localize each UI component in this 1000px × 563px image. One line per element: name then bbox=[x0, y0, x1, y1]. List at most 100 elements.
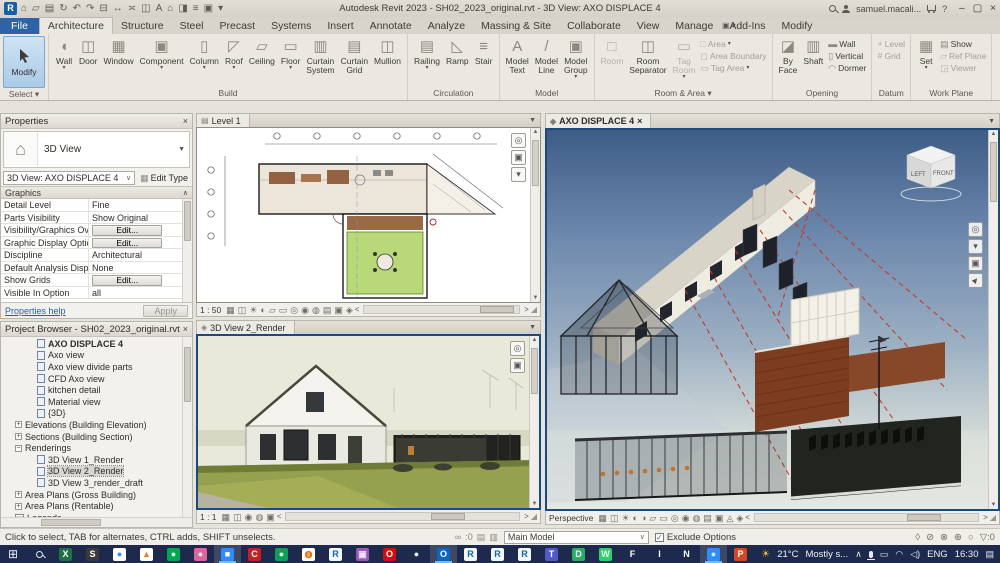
expander-icon[interactable]: − bbox=[15, 444, 22, 452]
photos-icon[interactable]: ▣ bbox=[349, 545, 376, 563]
ribbon-display-toggle[interactable]: ▣ ▾ bbox=[716, 19, 742, 32]
room-separator-button[interactable]: ◫ Room Separator bbox=[626, 36, 669, 81]
tab-axo-displace-4[interactable]: ◈ AXO DISPLACE 4 × bbox=[546, 114, 652, 128]
resize-grip[interactable]: ◢ bbox=[990, 513, 996, 522]
opera-icon[interactable]: O bbox=[376, 545, 403, 563]
browser-item[interactable]: Axo view divide parts bbox=[1, 361, 192, 373]
scroll-left-icon[interactable]: < bbox=[355, 305, 360, 314]
close-button[interactable]: × bbox=[990, 3, 996, 14]
worksets-icon[interactable]: ▤ bbox=[477, 532, 486, 543]
resize-grip[interactable]: ◢ bbox=[531, 512, 537, 521]
browser-item[interactable]: 3D View 1_Render bbox=[1, 454, 192, 466]
property-row[interactable]: Parts Visibility Show Original bbox=[1, 211, 192, 224]
ceiling-button[interactable]: ▱ Ceiling bbox=[246, 36, 278, 67]
property-row[interactable]: Graphic Display Optio... Edit... bbox=[1, 236, 192, 249]
browser-hscrollbar[interactable] bbox=[1, 517, 192, 527]
show-work-plane-button[interactable]: ▤ Show bbox=[938, 38, 988, 50]
expander-icon[interactable]: + bbox=[15, 433, 22, 441]
component-button[interactable]: ▣ Component ▾ bbox=[137, 36, 187, 72]
browser-scrollbar[interactable] bbox=[182, 337, 192, 517]
room-button[interactable]: □ Room bbox=[598, 36, 627, 81]
floor-button[interactable]: ▭ Floor ▾ bbox=[278, 36, 303, 72]
opening-by-face-button[interactable]: ◪ By Face bbox=[776, 36, 801, 76]
detail-level-icon[interactable]: ▦ bbox=[222, 511, 231, 523]
wifi-icon[interactable]: ◠ bbox=[895, 549, 903, 560]
edit-button[interactable]: Edit... bbox=[92, 225, 163, 236]
visual-style-icon[interactable]: ◫ bbox=[238, 304, 247, 316]
thin-lines-icon[interactable]: ≡ bbox=[193, 3, 199, 14]
close-icon[interactable]: × bbox=[183, 116, 188, 126]
axo-canvas[interactable]: LEFT FRONT ◎ ▾ ▣ ▲ ▲ ▼ bbox=[545, 128, 1000, 511]
undo-icon[interactable]: ↶ bbox=[73, 3, 81, 14]
mullion-button[interactable]: ◫ Mullion bbox=[371, 36, 404, 67]
section-icon[interactable]: ◨ bbox=[178, 3, 187, 14]
chrome-icon[interactable]: ● bbox=[106, 545, 133, 563]
column-button[interactable]: ▯ Column ▾ bbox=[187, 36, 222, 72]
browser-item[interactable]: Axo view bbox=[1, 350, 192, 362]
edit-button[interactable]: Edit... bbox=[92, 275, 163, 286]
print-icon[interactable]: ⊟ bbox=[99, 3, 107, 14]
visual-style-icon[interactable]: ◫ bbox=[233, 511, 242, 523]
excel-icon[interactable]: X bbox=[52, 545, 79, 563]
scroll-left-icon[interactable]: < bbox=[277, 512, 282, 521]
level-button[interactable]: + Level bbox=[875, 38, 907, 50]
curtain-grid-button[interactable]: ▤ Curtain Grid bbox=[338, 36, 371, 76]
ribbon-tab[interactable]: Collaborate bbox=[559, 18, 629, 34]
browser-item[interactable]: + Elevations (Building Elevation) bbox=[1, 419, 192, 431]
worksharing-display-icon[interactable]: ▤ bbox=[323, 304, 332, 316]
active-design-option-select[interactable]: Main Model ∨ bbox=[503, 530, 649, 544]
browser-sphere-icon[interactable]: ◍ bbox=[295, 545, 322, 563]
reveal-hidden-elements-icon[interactable]: ◍ bbox=[693, 512, 701, 524]
reveal-constraints-icon[interactable]: ◈ bbox=[346, 304, 353, 316]
ref-plane-button[interactable]: ▱ Ref Plane bbox=[938, 50, 988, 62]
microphone-icon[interactable] bbox=[866, 550, 875, 560]
tag-area-button[interactable]: ▭ Tag Area ▾ bbox=[698, 62, 768, 74]
show-crop-region-icon[interactable]: ▭ bbox=[279, 304, 288, 316]
temporary-hide-isolate-icon[interactable]: ◉ bbox=[682, 512, 690, 524]
zoom-icon[interactable]: ▣ bbox=[510, 358, 525, 373]
switch-windows-icon[interactable]: ▣ bbox=[204, 3, 213, 14]
worksharing-display-icon[interactable]: ▤ bbox=[703, 512, 712, 524]
powerpoint-icon[interactable]: P bbox=[727, 545, 754, 563]
model-text-button[interactable]: A Model Text bbox=[503, 36, 532, 76]
taskbar-search-icon[interactable] bbox=[26, 550, 52, 558]
browser-item[interactable]: kitchen detail bbox=[1, 384, 192, 396]
property-row[interactable]: Discipline Architectural bbox=[1, 249, 192, 262]
navbar-expand-icon[interactable]: ▾ bbox=[968, 239, 983, 254]
tag-icon[interactable]: ◫ bbox=[141, 3, 150, 14]
app-i-icon[interactable]: I bbox=[646, 545, 673, 563]
railing-button[interactable]: ▤ Railing ▾ bbox=[411, 36, 443, 72]
people-app-icon[interactable]: ● bbox=[700, 545, 727, 563]
zoom-icon[interactable]: ▣ bbox=[511, 150, 526, 165]
select-links-icon[interactable]: ◊ bbox=[915, 532, 920, 543]
browser-item[interactable]: 3D View 3_render_draft bbox=[1, 477, 192, 489]
graphics-section-header[interactable]: Graphics ∧ bbox=[1, 186, 192, 199]
tray-expand-icon[interactable]: ∧ bbox=[855, 549, 862, 560]
perspective-button[interactable]: Perspective bbox=[549, 513, 593, 523]
edit-type-button[interactable]: ▦ Edit Type bbox=[138, 173, 190, 184]
browser-item[interactable]: + Area Plans (Gross Building) bbox=[1, 489, 192, 501]
ribbon-tab[interactable]: File bbox=[0, 18, 39, 34]
text-icon[interactable]: A bbox=[156, 3, 163, 14]
temporary-hide-isolate-icon[interactable]: ◉ bbox=[301, 304, 309, 316]
browser-item[interactable]: + Sections (Building Section) bbox=[1, 431, 192, 443]
phone-app-icon[interactable]: ● bbox=[268, 545, 295, 563]
steering-wheel-icon[interactable]: ◎ bbox=[510, 341, 525, 356]
door-button[interactable]: ◫ Door bbox=[76, 36, 100, 67]
wall-button[interactable]: ◖ Wall ▾ bbox=[52, 36, 76, 72]
properties-help-link[interactable]: Properties help bbox=[5, 306, 66, 316]
tag-room-button[interactable]: ▭ Tag Room ▾ bbox=[670, 36, 699, 81]
scroll-right-icon[interactable]: > bbox=[524, 512, 529, 521]
analytical-model-icon[interactable]: ◬ bbox=[726, 512, 733, 524]
collapse-icon[interactable]: ∧ bbox=[183, 189, 188, 197]
tab-list-icon[interactable]: ▼ bbox=[988, 118, 999, 125]
unlocked-view-icon[interactable]: ◎ bbox=[290, 304, 298, 316]
notion-icon[interactable]: N bbox=[673, 545, 700, 563]
ribbon-tab[interactable]: Manage bbox=[667, 18, 721, 34]
scale-button[interactable]: 1 : 50 bbox=[200, 305, 221, 315]
app-store-icon[interactable] bbox=[927, 4, 937, 13]
model-line-button[interactable]: / Model Line bbox=[532, 36, 561, 76]
editing-requests-icon[interactable]: ∞ bbox=[455, 532, 461, 542]
revit-instance-icon[interactable]: R bbox=[511, 545, 538, 563]
render-canvas[interactable]: ◎ ▣ ▲ ▼ bbox=[196, 334, 541, 510]
